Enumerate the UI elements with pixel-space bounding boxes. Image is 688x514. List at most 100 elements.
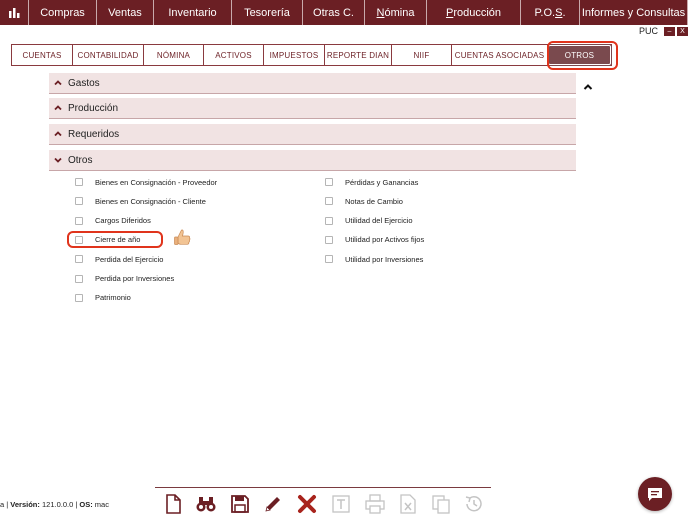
menu-label-accesskey: S	[555, 6, 563, 19]
tab-contabilidad[interactable]: CONTABILIDAD	[73, 45, 144, 65]
menu-label-accesskey: P	[445, 6, 454, 19]
option-label: Notas de Cambio	[345, 196, 403, 206]
section-label: Gastos	[68, 77, 100, 89]
tab-bar: CUENTAS CONTABILIDAD NÓMINA ACTIVOS IMPUESTO…	[11, 44, 612, 66]
section-label: Otros	[68, 154, 93, 166]
menu-item-tesoreria[interactable]: Tesorería	[232, 0, 303, 25]
cierre-de-ano-highlight	[67, 231, 163, 248]
option-label: Perdida por Inversiones	[95, 274, 175, 283]
top-menu-bar: Compras Ventas Inventario Tesorería Otras C.…	[0, 0, 688, 25]
os-label: OS:	[79, 500, 93, 509]
menu-item-otras-c[interactable]: Otras C.	[303, 0, 365, 25]
thumbs-up-icon	[174, 229, 191, 245]
option-label: Bienes en Consignación - Cliente	[95, 196, 206, 206]
tab-niif[interactable]: NIIF	[392, 45, 452, 65]
excel-icon[interactable]	[397, 493, 419, 514]
section-requeridos[interactable]: Requeridos	[49, 124, 576, 145]
section-label: Requeridos	[68, 128, 120, 140]
option-bienes-en-consignacion-cliente[interactable]: Bienes en Consignación - Cliente	[75, 195, 206, 207]
tab-nomina[interactable]: NÓMINA	[144, 45, 204, 65]
menu-label-part: roducción	[453, 6, 502, 19]
option-utilidad-por-activos-fijos[interactable]: Utilidad por Activos fijos	[325, 234, 424, 246]
version-prefix: a |	[0, 500, 11, 509]
version-info: a | Versión: 121.0.0.0 | OS: mac	[0, 500, 109, 509]
option-perdida-por-inversiones[interactable]: Perdida por Inversiones	[75, 273, 174, 285]
checkbox[interactable]	[75, 255, 83, 264]
window-title: PUC	[638, 26, 658, 36]
save-icon[interactable]	[229, 493, 251, 514]
option-cargos-diferidos[interactable]: Cargos Diferidos	[75, 215, 151, 227]
menu-item-p-o-s[interactable]: P.O. S.	[521, 0, 580, 25]
option-label: Bienes en Consignación - Proveedor	[95, 177, 218, 187]
menu-item-ventas[interactable]: Ventas	[97, 0, 154, 25]
version-label: Versión:	[10, 500, 40, 509]
checkbox[interactable]	[75, 274, 83, 283]
new-document-icon[interactable]	[162, 493, 184, 514]
window-controls: PUC – X	[639, 25, 688, 37]
chat-icon	[648, 487, 662, 501]
close-button[interactable]: X	[677, 26, 688, 36]
chevron-up-icon	[54, 131, 62, 137]
minimize-button[interactable]: –	[664, 26, 675, 36]
collapse-all-icon[interactable]	[583, 83, 593, 91]
pencil-icon[interactable]	[262, 493, 284, 514]
copy-icon[interactable]	[430, 493, 452, 514]
checkbox[interactable]	[75, 293, 83, 302]
option-label: Utilidad del Ejercicio	[345, 216, 413, 226]
tab-impuestos[interactable]: IMPUESTOS	[264, 45, 325, 65]
section-otros[interactable]: Otros	[49, 150, 576, 171]
tab-reporte-dian[interactable]: REPORTE DIAN	[325, 45, 392, 65]
chevron-down-icon	[54, 157, 62, 163]
menu-item-produccion[interactable]: Producción	[427, 0, 521, 25]
section-produccion[interactable]: Producción	[49, 98, 576, 119]
option-perdidas-y-ganancias[interactable]: Pérdidas y Ganancias	[325, 176, 418, 188]
menu-item-nomina[interactable]: Nómina	[365, 0, 427, 25]
option-label: Utilidad por Inversiones	[345, 254, 424, 264]
menu-label-accesskey: N	[376, 6, 385, 19]
option-label: Pérdidas y Ganancias	[345, 177, 419, 187]
version-value: 121.0.0.0 |	[39, 500, 80, 509]
chevron-up-icon	[54, 105, 62, 111]
menu-item-inventario[interactable]: Inventario	[154, 0, 232, 25]
menu-item-compras[interactable]: Compras	[29, 0, 97, 25]
bar-chart-icon	[8, 7, 19, 18]
delete-icon[interactable]	[296, 493, 318, 514]
menu-item-informes-y-consultas[interactable]: Informes y Consultas	[580, 0, 688, 25]
binoculars-icon[interactable]	[195, 493, 217, 514]
checkbox[interactable]	[75, 197, 83, 206]
option-label: Perdida del Ejercicio	[95, 254, 164, 264]
print-icon[interactable]	[364, 493, 386, 514]
chevron-up-icon	[54, 80, 62, 86]
checkbox[interactable]	[325, 255, 333, 264]
option-utilidad-por-inversiones[interactable]: Utilidad por Inversiones	[325, 253, 423, 265]
otros-tab-highlight	[547, 41, 618, 70]
checkbox[interactable]	[75, 216, 83, 225]
option-perdida-del-ejercicio[interactable]: Perdida del Ejercicio	[75, 253, 163, 265]
tab-cuentas[interactable]: CUENTAS	[12, 45, 73, 65]
section-label: Producción	[68, 102, 119, 114]
option-label: Patrimonio	[95, 293, 131, 303]
checkbox[interactable]	[75, 178, 83, 186]
section-gastos[interactable]: Gastos	[49, 73, 576, 94]
menu-label-part: .	[562, 6, 566, 19]
toolbar-divider	[155, 487, 491, 488]
history-icon[interactable]	[463, 493, 485, 514]
checkbox[interactable]	[325, 235, 333, 244]
option-patrimonio[interactable]: Patrimonio	[75, 292, 131, 304]
tab-cuentas-asociadas[interactable]: CUENTAS ASOCIADAS	[452, 45, 548, 65]
menu-label-part: P.O.	[534, 6, 556, 19]
os-value: mac	[92, 500, 109, 509]
dashboard-button[interactable]	[0, 0, 29, 25]
menu-label-part: ómina	[384, 6, 415, 19]
option-bienes-en-consignacion-proveedor[interactable]: Bienes en Consignación - Proveedor	[75, 176, 217, 188]
chat-button[interactable]	[638, 477, 672, 511]
option-label: Utilidad por Activos fijos	[345, 235, 425, 245]
option-utilidad-del-ejercicio[interactable]: Utilidad del Ejercicio	[325, 215, 413, 227]
tab-activos[interactable]: ACTIVOS	[204, 45, 264, 65]
checkbox[interactable]	[325, 197, 333, 206]
option-label: Cargos Diferidos	[95, 216, 151, 226]
text-icon[interactable]	[330, 493, 352, 514]
checkbox[interactable]	[325, 216, 333, 225]
option-notas-de-cambio[interactable]: Notas de Cambio	[325, 195, 403, 207]
checkbox[interactable]	[325, 178, 333, 186]
